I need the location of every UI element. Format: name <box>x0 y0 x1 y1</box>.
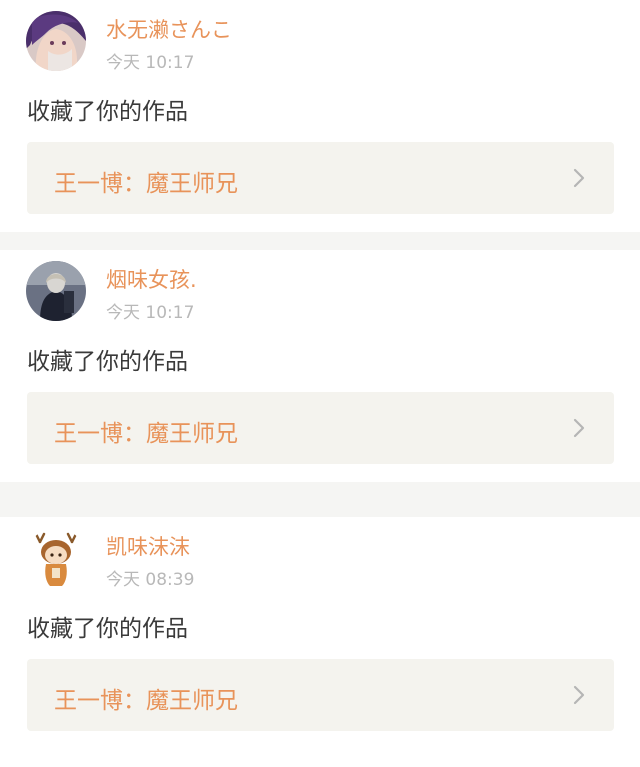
work-title: 王一博：魔王师兄 <box>54 421 238 447</box>
chevron-right-icon <box>573 418 585 438</box>
avatar[interactable] <box>26 261 86 321</box>
chevron-right-icon <box>573 685 585 705</box>
work-title: 王一博：魔王师兄 <box>54 688 238 714</box>
dark-photo-person-avatar-icon <box>26 261 86 321</box>
timestamp: 今天 10:17 <box>106 53 195 73</box>
chibi-antler-character-avatar-icon <box>26 528 86 588</box>
username[interactable]: 凯味沫沫 <box>106 531 190 561</box>
action-text: 收藏了你的作品 <box>27 99 188 125</box>
action-text: 收藏了你的作品 <box>27 616 188 642</box>
avatar[interactable] <box>26 11 86 71</box>
notification-card: 水无濑さんこ 今天 10:17 收藏了你的作品 王一博：魔王师兄 <box>0 0 640 232</box>
notification-card: 凯味沫沫 今天 08:39 收藏了你的作品 王一博：魔王师兄 <box>0 517 640 767</box>
work-link[interactable]: 王一博：魔王师兄 <box>27 659 614 731</box>
timestamp: 今天 08:39 <box>106 570 195 590</box>
chevron-right-icon <box>573 168 585 188</box>
username[interactable]: 烟味女孩. <box>106 264 197 294</box>
username[interactable]: 水无濑さんこ <box>106 14 232 44</box>
anime-girl-avatar-icon <box>26 11 86 71</box>
work-title: 王一博：魔王师兄 <box>54 171 238 197</box>
timestamp: 今天 10:17 <box>106 303 195 323</box>
work-link[interactable]: 王一博：魔王师兄 <box>27 392 614 464</box>
avatar[interactable] <box>26 528 86 588</box>
notification-feed: 水无濑さんこ 今天 10:17 收藏了你的作品 王一博：魔王师兄 烟味女孩. 今… <box>0 0 640 767</box>
work-link[interactable]: 王一博：魔王师兄 <box>27 142 614 214</box>
action-text: 收藏了你的作品 <box>27 349 188 375</box>
notification-card: 烟味女孩. 今天 10:17 收藏了你的作品 王一博：魔王师兄 <box>0 250 640 482</box>
